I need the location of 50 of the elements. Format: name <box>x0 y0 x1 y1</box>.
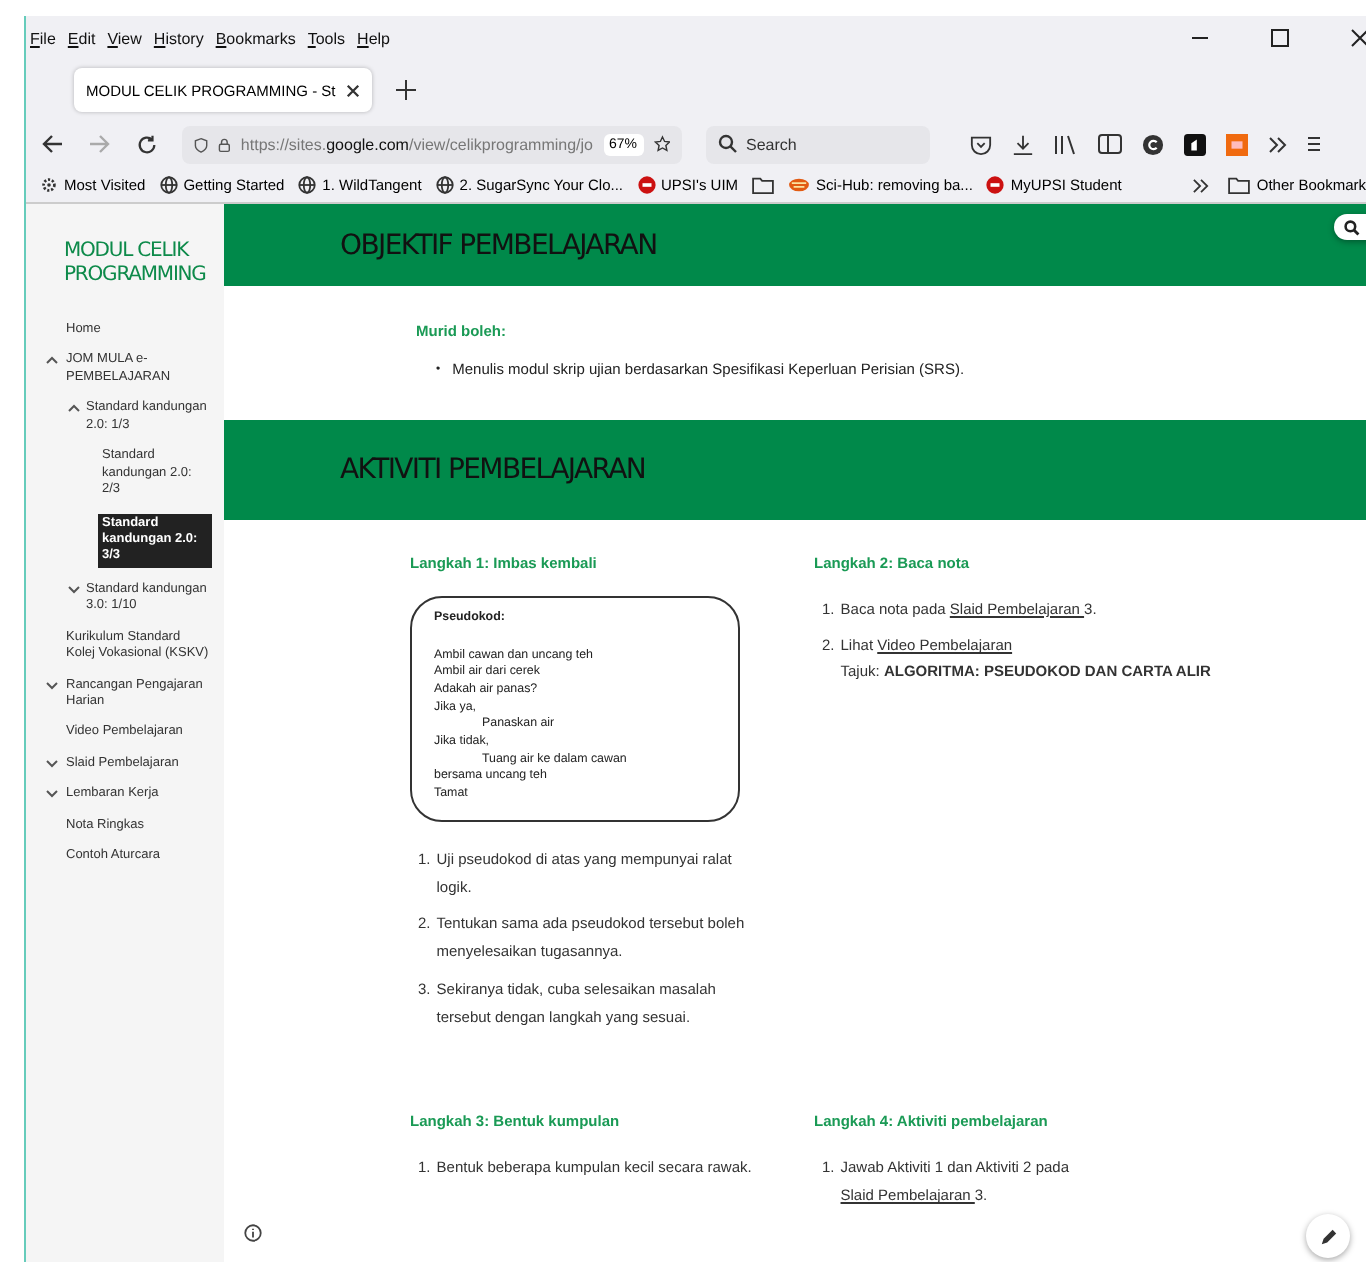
reload-icon[interactable] <box>136 133 158 155</box>
search-field[interactable]: Search <box>706 125 930 163</box>
lock-icon[interactable] <box>218 133 231 155</box>
overflow-icon[interactable] <box>1268 135 1288 153</box>
site-title[interactable]: MODUL CELIK PROGRAMMING <box>64 240 224 286</box>
folder-icon <box>1228 176 1251 194</box>
back-icon[interactable] <box>40 134 64 154</box>
sidebar-icon[interactable] <box>1098 134 1122 154</box>
search-icon <box>1344 219 1360 235</box>
badge-icon <box>986 176 1005 194</box>
caret-icon[interactable] <box>46 759 58 768</box>
edit-button[interactable] <box>1306 1214 1350 1258</box>
folder-icon <box>752 176 775 194</box>
shield-icon[interactable] <box>194 133 209 155</box>
hub-icon <box>788 176 811 194</box>
caret-icon[interactable] <box>68 404 80 413</box>
section-heading: OBJEKTIF PEMBELAJARAN <box>340 229 657 261</box>
library-icon[interactable] <box>1054 133 1078 155</box>
globe-icon <box>298 176 317 194</box>
pencil-icon <box>1319 1227 1337 1245</box>
caret-icon[interactable] <box>46 681 58 690</box>
section-heading: AKTIVITI PEMBELAJARAN <box>340 454 646 486</box>
close-icon[interactable] <box>1350 28 1366 48</box>
extension-icon[interactable] <box>1142 133 1164 155</box>
maximize-icon[interactable] <box>1270 28 1290 48</box>
globe-icon <box>159 176 178 194</box>
menu-item[interactable]: Help <box>357 29 391 47</box>
badge-icon <box>637 176 656 194</box>
caret-icon[interactable] <box>46 790 58 799</box>
menu-item[interactable]: History <box>153 29 204 47</box>
menu-icon[interactable] <box>1308 134 1320 154</box>
menu-item[interactable]: Edit <box>67 29 96 47</box>
globe-icon <box>435 176 454 194</box>
caret-icon[interactable] <box>46 356 58 365</box>
pocket-icon[interactable] <box>970 133 992 155</box>
search-icon <box>718 134 738 154</box>
menu-item[interactable]: Bookmarks <box>215 29 296 47</box>
star-icon[interactable] <box>653 132 670 156</box>
download-icon[interactable] <box>1012 133 1034 155</box>
menu-item[interactable]: View <box>107 29 142 47</box>
info-icon[interactable] <box>244 1224 262 1242</box>
extension-icon[interactable] <box>1184 133 1206 155</box>
bookmark[interactable] <box>752 176 775 194</box>
menu-item[interactable]: File <box>30 29 56 47</box>
menu-item[interactable]: Tools <box>307 29 346 47</box>
overflow-icon[interactable] <box>1192 177 1211 193</box>
new-tab-icon[interactable] <box>395 80 416 100</box>
gear-icon <box>40 176 58 194</box>
close-icon[interactable] <box>345 83 360 97</box>
caret-icon[interactable] <box>68 585 80 594</box>
